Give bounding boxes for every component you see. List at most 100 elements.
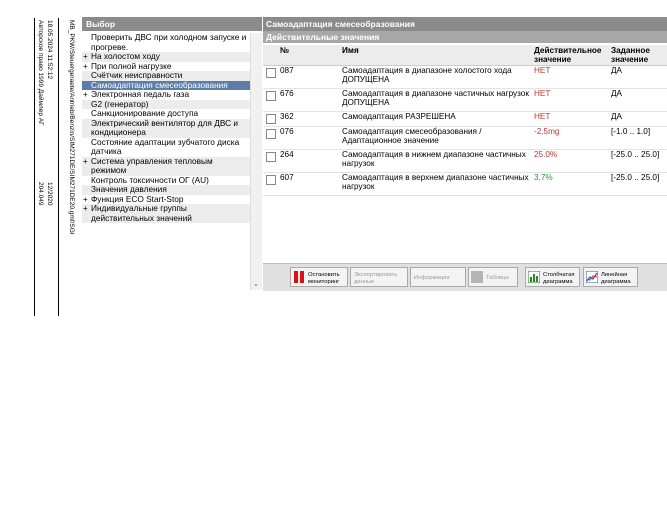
table-button[interactable]: Таблица <box>468 267 518 287</box>
side-strip-divider <box>58 18 59 316</box>
selection-item-label: Система управления тепловым режимом <box>91 155 213 175</box>
row-checkbox[interactable] <box>266 91 276 101</box>
col-header-actual: Действительное значение <box>534 46 602 64</box>
cell-actual: -2.5mg <box>534 127 560 136</box>
table-header: № Имя Действительное значение Заданное з… <box>263 45 667 66</box>
cell-no: 676 <box>280 89 294 98</box>
cell-name: Самоадаптация в диапазоне холостого хода… <box>342 66 512 84</box>
line-chart-icon <box>586 271 598 283</box>
expand-icon[interactable]: + <box>83 204 88 214</box>
selection-item-label: Счётчик неисправности <box>91 70 183 80</box>
info-button[interactable]: Информация <box>410 267 466 287</box>
cell-actual: 3.7% <box>534 173 553 182</box>
line-chart-button[interactable]: Линейная диаграмма <box>583 267 638 287</box>
bar-chart-icon <box>528 271 540 283</box>
selection-item-label: Функция ECO Start-Stop <box>91 193 184 204</box>
cell-name: Самоадаптация в диапазоне частичных нагр… <box>342 89 529 107</box>
table-icon <box>471 271 483 283</box>
export-data-button[interactable]: Экспортировать данные <box>350 267 408 287</box>
expand-icon[interactable]: + <box>83 195 88 205</box>
content-panel: Самоадаптация смесеобразования Действите… <box>263 17 667 290</box>
info-label: Информация <box>414 275 450 281</box>
col-header-name: Имя <box>342 46 359 55</box>
selection-item[interactable]: Проверить ДВС при холодном запуске и про… <box>82 32 250 52</box>
values-table: № Имя Действительное значение Заданное з… <box>263 45 667 196</box>
selection-item[interactable]: + Система управления тепловым режимом <box>82 155 250 176</box>
selection-scrollbar[interactable]: ⌄ <box>250 33 262 290</box>
selection-list: Проверить ДВС при холодном запуске и про… <box>82 32 250 223</box>
table-label: Таблица <box>486 275 509 281</box>
cell-no: 076 <box>280 127 294 136</box>
expand-icon[interactable]: + <box>83 157 88 167</box>
cell-target: [-1.0 .. 1.0] <box>611 127 651 136</box>
selection-item-label: Электронная педаль газа <box>91 89 190 99</box>
selection-item-label: Контроль токсичности ОГ (AU) <box>91 174 209 185</box>
cell-target: ДА <box>611 112 623 121</box>
side-code1: 12/2020 <box>46 182 53 206</box>
selection-item-label: Электрический вентилятор для ДВС и конди… <box>91 117 239 137</box>
col-header-target: Заданное значение <box>611 46 650 64</box>
table-row[interactable]: 076 Самоадаптация смесеобразования / Адап… <box>263 127 667 150</box>
selection-panel: Выбор Проверить ДВС при холодном запуске… <box>82 17 262 290</box>
col-header-no: № <box>280 46 290 55</box>
table-body: 087 Самоадаптация в диапазоне холостого х… <box>263 66 667 196</box>
expand-icon[interactable]: + <box>83 52 88 62</box>
cell-actual: НЕТ <box>534 89 551 98</box>
table-row[interactable]: 087 Самоадаптация в диапазоне холостого х… <box>263 66 667 89</box>
selection-item-label: Состояние адаптации зубчатого диска датч… <box>91 136 240 156</box>
line-chart-label: Линейная диаграмма <box>601 272 631 285</box>
selection-item-label: При полной нагрузке <box>91 60 172 71</box>
row-checkbox[interactable] <box>266 68 276 78</box>
selection-item-label: G2 (генератор) <box>91 98 149 109</box>
stop-monitoring-button[interactable]: Остановить мониторинг <box>290 267 348 287</box>
cell-name: Самоадаптация РАЗРЕШЕНА <box>342 112 456 121</box>
pause-icon <box>294 271 304 283</box>
row-checkbox[interactable] <box>266 152 276 162</box>
content-title: Самоадаптация смесеобразования <box>263 17 667 31</box>
cell-no: 362 <box>280 112 294 121</box>
selection-item-label: Проверить ДВС при холодном запуске и про… <box>91 32 247 52</box>
selection-item-label: Индивидуальные группы действительных зна… <box>91 203 192 223</box>
cell-name: Самоадаптация в нижнем диапазоне частичн… <box>342 150 526 168</box>
row-checkbox[interactable] <box>266 129 276 139</box>
cell-actual: НЕТ <box>534 112 551 121</box>
bar-chart-button[interactable]: Столбчатая диаграмма <box>525 267 580 287</box>
side-datetime: 18.05.2024 11:52:12 <box>46 20 53 80</box>
cell-name: Самоадаптация смесеобразования / Адаптац… <box>342 127 482 145</box>
cell-name: Самоадаптация в верхнем диапазоне частич… <box>342 173 529 191</box>
selection-item-label: Санкционирование доступа <box>91 108 199 118</box>
selection-item-label: На холостом ходу <box>91 51 160 61</box>
cell-actual: 25.0% <box>534 150 558 159</box>
table-row[interactable]: 362 Самоадаптация РАЗРЕШЕНА НЕТ ДА <box>263 112 667 127</box>
export-data-label: Экспортировать данные <box>354 272 398 285</box>
cell-target: [-25.0 .. 25.0] <box>611 150 660 159</box>
cell-no: 607 <box>280 173 294 182</box>
cell-no: 264 <box>280 150 294 159</box>
side-path: MB_PKW/Steuergeraete/Antrieb/Benzin/SIM2… <box>68 20 75 235</box>
selection-panel-title: Выбор <box>82 17 262 31</box>
side-copyright: Авторское право 1999 Даймлер АГ <box>37 20 44 126</box>
expand-icon[interactable]: + <box>83 62 88 72</box>
selection-item[interactable]: Электрический вентилятор для ДВС и конди… <box>82 117 250 138</box>
row-checkbox[interactable] <box>266 175 276 185</box>
side-strip-border <box>34 18 35 316</box>
cell-actual: НЕТ <box>534 66 551 75</box>
content-subtitle: Действительные значения <box>263 31 667 43</box>
bottom-toolbar: Остановить мониторинг Экспортировать дан… <box>263 263 667 291</box>
cell-no: 087 <box>280 66 294 75</box>
cell-target: [-25.0 .. 25.0] <box>611 173 660 182</box>
stop-monitoring-label: Остановить мониторинг <box>308 272 340 285</box>
expand-icon[interactable]: + <box>83 90 88 100</box>
cell-target: ДА <box>611 89 623 98</box>
selection-item-label: Самоадаптация смесеобразования <box>91 79 228 90</box>
row-checkbox[interactable] <box>266 114 276 124</box>
selection-item-label: Значения давления <box>91 184 167 194</box>
bar-chart-label: Столбчатая диаграмма <box>543 272 575 285</box>
side-code2: 204.049 <box>37 182 44 206</box>
table-row[interactable]: 264 Самоадаптация в нижнем диапазоне част… <box>263 150 667 173</box>
scroll-down-icon[interactable]: ⌄ <box>253 280 259 288</box>
selection-item[interactable]: Состояние адаптации зубчатого диска датч… <box>82 136 250 157</box>
selection-item[interactable]: + Индивидуальные группы действительных зн… <box>82 203 250 223</box>
table-row[interactable]: 676 Самоадаптация в диапазоне частичных н… <box>263 89 667 112</box>
table-row[interactable]: 607 Самоадаптация в верхнем диапазоне час… <box>263 173 667 196</box>
